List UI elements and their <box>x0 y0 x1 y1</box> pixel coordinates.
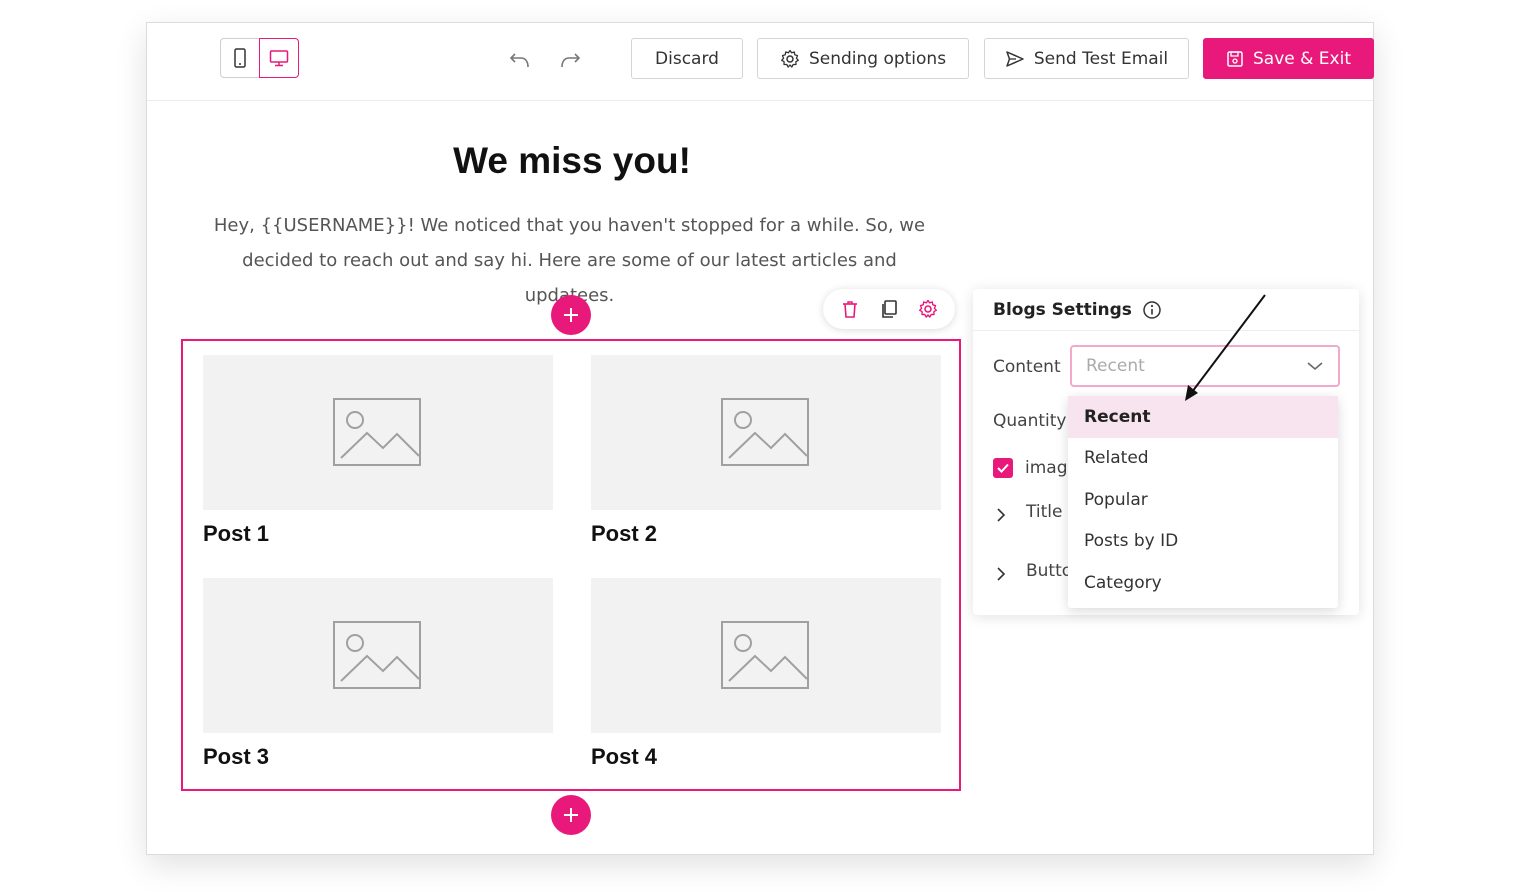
quantity-label: Quantity <box>993 411 1067 431</box>
post-thumbnail <box>203 355 553 510</box>
send-test-email-label: Send Test Email <box>1033 48 1169 69</box>
device-toggle <box>220 38 299 78</box>
sending-options-label: Sending options <box>808 48 947 69</box>
dropdown-option-recent[interactable]: Recent <box>1068 396 1338 438</box>
button-section-label[interactable]: Butto <box>1026 561 1072 581</box>
post-title: Post 1 <box>203 521 270 546</box>
discard-label: Discard <box>655 48 719 69</box>
block-settings-button[interactable] <box>914 295 942 323</box>
image-placeholder-icon <box>721 620 809 689</box>
post-card[interactable]: Post 2 <box>591 355 941 547</box>
desktop-icon <box>269 50 289 67</box>
content-dropdown-menu: Recent Related Popular Posts by ID Categ… <box>1068 396 1338 608</box>
discard-button[interactable]: Discard <box>631 38 743 79</box>
delete-block-button[interactable] <box>836 295 864 323</box>
post-card[interactable]: Post 1 <box>203 355 553 547</box>
add-block-button-bottom[interactable] <box>551 795 591 835</box>
email-headline[interactable]: We miss you! <box>197 140 947 182</box>
trash-icon <box>843 301 858 318</box>
post-thumbnail <box>591 578 941 733</box>
chevron-down-icon <box>1307 362 1323 371</box>
blogs-block[interactable]: Post 1 Post 2 Post 3 Post 4 <box>181 339 961 791</box>
save-exit-label: Save & Exit <box>1253 48 1351 69</box>
chevron-right-icon[interactable] <box>995 507 1007 523</box>
content-select[interactable]: Recent <box>1070 345 1340 387</box>
panel-title: Blogs Settings <box>993 299 1132 320</box>
undo-button[interactable] <box>505 45 535 75</box>
image-checkbox[interactable] <box>993 458 1013 478</box>
block-action-bar <box>823 289 955 329</box>
content-select-value: Recent <box>1086 356 1145 376</box>
plus-icon <box>564 308 578 322</box>
editor-toolbar: Discard Sending options Send Test Email … <box>147 23 1374 101</box>
sending-options-button[interactable]: Sending options <box>757 38 969 79</box>
image-placeholder-icon <box>721 397 809 466</box>
add-block-button-top[interactable] <box>551 295 591 335</box>
plus-icon <box>564 808 578 822</box>
redo-button[interactable] <box>555 45 585 75</box>
send-icon <box>1006 50 1024 67</box>
chevron-right-icon[interactable] <box>995 566 1007 582</box>
save-exit-button[interactable]: Save & Exit <box>1203 38 1374 79</box>
duplicate-block-button[interactable] <box>875 295 903 323</box>
post-card[interactable]: Post 4 <box>591 578 941 770</box>
desktop-view-button[interactable] <box>259 38 299 78</box>
image-placeholder-icon <box>333 397 421 466</box>
post-thumbnail <box>591 355 941 510</box>
post-title: Post 4 <box>591 744 658 769</box>
redo-icon <box>561 53 581 68</box>
post-card[interactable]: Post 3 <box>203 578 553 770</box>
post-thumbnail <box>203 578 553 733</box>
checkmark-icon <box>997 463 1009 473</box>
send-test-email-button[interactable]: Send Test Email <box>984 38 1189 79</box>
post-title: Post 3 <box>203 744 270 769</box>
gear-icon <box>780 49 799 68</box>
content-label: Content <box>993 357 1061 377</box>
panel-header: Blogs Settings <box>973 289 1359 331</box>
undo-icon <box>509 53 529 68</box>
copy-icon <box>882 300 897 318</box>
gear-icon <box>918 299 937 318</box>
post-title: Post 2 <box>591 521 658 546</box>
dropdown-option-popular[interactable]: Popular <box>1068 479 1338 521</box>
dropdown-option-category[interactable]: Category <box>1068 562 1338 604</box>
image-placeholder-icon <box>333 620 421 689</box>
dropdown-option-related[interactable]: Related <box>1068 438 1338 480</box>
title-section-label[interactable]: Title <box>1026 502 1062 522</box>
mobile-view-button[interactable] <box>220 38 260 78</box>
info-icon[interactable] <box>1142 300 1162 320</box>
mobile-icon <box>234 48 246 68</box>
dropdown-option-posts-by-id[interactable]: Posts by ID <box>1068 521 1338 563</box>
save-icon <box>1227 50 1243 67</box>
